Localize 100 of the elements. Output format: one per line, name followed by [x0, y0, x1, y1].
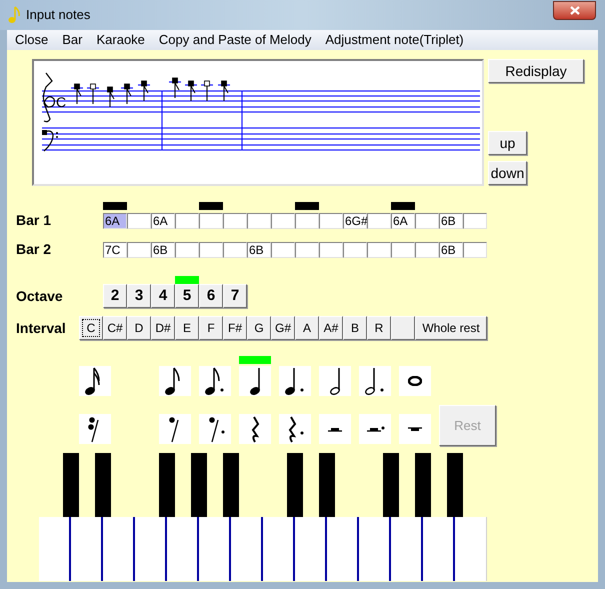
bar-cell[interactable]: 6B [439, 242, 463, 258]
bar-cell[interactable] [199, 242, 223, 258]
note-icon [205, 367, 225, 395]
bar-cell[interactable] [415, 212, 439, 228]
rest-value-button[interactable] [199, 414, 231, 444]
interval-button[interactable]: A [295, 316, 319, 340]
octave-button[interactable]: 5 [175, 284, 199, 308]
bar-cell[interactable] [319, 212, 343, 228]
bar-cell[interactable] [343, 242, 367, 258]
natural-piano-key[interactable] [391, 517, 423, 581]
bar-cell[interactable] [271, 242, 295, 258]
note-icon [330, 367, 340, 395]
natural-piano-key[interactable] [231, 517, 263, 581]
bar-cell[interactable]: 6A [391, 212, 415, 228]
rest-icon [250, 416, 260, 442]
bar-cell[interactable]: 6B [247, 242, 271, 258]
natural-piano-key[interactable] [263, 517, 295, 581]
rest-value-button[interactable] [79, 414, 111, 444]
rest-value-button[interactable] [279, 414, 311, 444]
note-button[interactable] [279, 366, 311, 396]
note-button[interactable] [79, 366, 111, 396]
octave-button[interactable]: 2 [103, 284, 127, 308]
interval-button[interactable]: G [247, 316, 271, 340]
side-button[interactable]: Redisplay [488, 59, 584, 83]
note-button[interactable] [159, 366, 191, 396]
bar-label: Bar 2 [15, 240, 52, 259]
rest-icon [366, 426, 384, 432]
bar-cell[interactable]: 6B [439, 212, 463, 228]
bar-cell[interactable] [367, 212, 391, 228]
interval-button[interactable]: Whole rest [415, 316, 487, 340]
bar-cell[interactable]: 6B [151, 242, 175, 258]
interval-button[interactable]: D# [151, 316, 175, 340]
menu-item[interactable]: Karaoke [89, 30, 152, 50]
natural-piano-key[interactable] [199, 517, 231, 581]
bar-cell[interactable] [127, 242, 151, 258]
note-icon [285, 367, 305, 395]
menu-item[interactable]: Copy and Paste of Melody [152, 30, 318, 50]
bar-cell[interactable] [223, 212, 247, 228]
bar-cell[interactable]: 6G# [343, 212, 367, 228]
note-button[interactable] [199, 366, 231, 396]
interval-button[interactable]: C [79, 316, 103, 340]
interval-button[interactable]: F# [223, 316, 247, 340]
natural-piano-key[interactable] [295, 517, 327, 581]
bar-cell[interactable]: 7C [103, 242, 127, 258]
bar-cell[interactable] [271, 212, 295, 228]
interval-button[interactable]: F [199, 316, 223, 340]
interval-button[interactable]: R [367, 316, 391, 340]
octave-button[interactable]: 6 [199, 284, 223, 308]
natural-piano-key[interactable] [167, 517, 199, 581]
interval-button[interactable]: E [175, 316, 199, 340]
interval-button[interactable]: D [127, 316, 151, 340]
natural-piano-key[interactable] [423, 517, 455, 581]
bar-cell[interactable]: 6A [103, 212, 127, 228]
close-button[interactable] [553, 0, 596, 20]
bar-cell[interactable] [391, 242, 415, 258]
natural-piano-key[interactable] [71, 517, 103, 581]
menu-item[interactable]: Adjustment note(Triplet) [318, 30, 471, 50]
bar-cell[interactable] [127, 212, 151, 228]
interval-button[interactable]: G# [271, 316, 295, 340]
note-button[interactable] [319, 366, 351, 396]
bar-cell[interactable] [295, 242, 319, 258]
bar-cell[interactable] [319, 242, 343, 258]
octave-label: Octave [15, 286, 64, 306]
bar-cell[interactable] [463, 242, 487, 258]
menu-item[interactable]: Bar [55, 30, 90, 50]
menu-item[interactable]: Close [8, 30, 56, 50]
natural-piano-key[interactable] [103, 517, 135, 581]
bar-cell[interactable]: 6A [151, 212, 175, 228]
rest-icon [407, 426, 423, 432]
bar-cell[interactable] [247, 212, 271, 228]
side-button[interactable]: up [488, 131, 527, 155]
bar-cell[interactable] [175, 212, 199, 228]
interval-button[interactable] [391, 316, 415, 340]
natural-piano-key[interactable] [327, 517, 359, 581]
rest-value-button[interactable] [159, 414, 191, 444]
octave-button[interactable]: 4 [151, 284, 175, 308]
note-button[interactable] [359, 366, 391, 396]
octave-button[interactable]: 3 [127, 284, 151, 308]
bar-cell[interactable] [463, 212, 487, 228]
bar-cell[interactable] [295, 212, 319, 228]
bar-cell[interactable] [175, 242, 199, 258]
octave-button[interactable]: 7 [223, 284, 247, 308]
rest-value-button[interactable] [319, 414, 351, 444]
close-icon [570, 6, 580, 14]
bar-cell[interactable] [199, 212, 223, 228]
natural-piano-key[interactable] [39, 517, 71, 581]
bar-cell[interactable] [223, 242, 247, 258]
natural-piano-key[interactable] [135, 517, 167, 581]
note-button[interactable] [239, 366, 271, 396]
interval-button[interactable]: C# [103, 316, 127, 340]
rest-value-button[interactable] [239, 414, 271, 444]
rest-value-button[interactable] [359, 414, 391, 444]
bar-cell[interactable] [415, 242, 439, 258]
note-button[interactable] [399, 366, 431, 396]
rest-value-button[interactable] [399, 414, 431, 444]
side-button[interactable]: down [488, 161, 527, 185]
interval-button[interactable]: A# [319, 316, 343, 340]
natural-piano-key[interactable] [359, 517, 391, 581]
interval-button[interactable]: B [343, 316, 367, 340]
bar-cell[interactable] [367, 242, 391, 258]
